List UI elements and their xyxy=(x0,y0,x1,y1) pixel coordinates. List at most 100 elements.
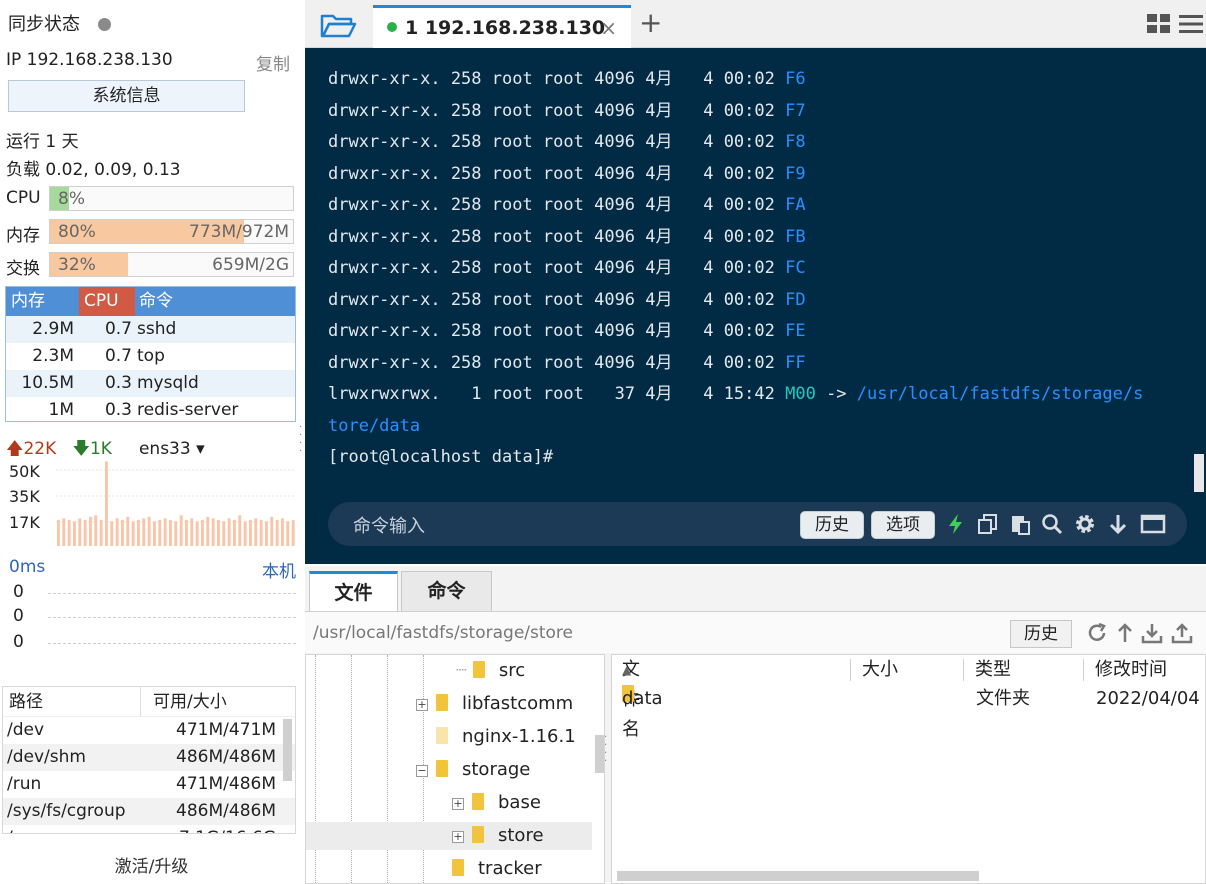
disk-row[interactable]: /sys/fs/cgroup 486M/486M xyxy=(3,798,295,825)
terminal-line: lrwxrwxrwx. 1 root root 37 4月 4 15:42 M0… xyxy=(328,379,1143,411)
disk-size: 7.1G/16.6G xyxy=(141,825,276,833)
terminal-line: tore/data xyxy=(328,411,1143,443)
latency-host[interactable]: 本机 xyxy=(262,557,296,582)
grid-layout-icon[interactable] xyxy=(1147,14,1171,34)
tree-node[interactable]: − storage xyxy=(416,756,530,784)
expand-icon[interactable]: + xyxy=(452,831,464,843)
terminal-line: drwxr-xr-x. 258 root root 4096 4月 4 00:0… xyxy=(328,253,1143,285)
process-col-cpu[interactable]: CPU xyxy=(79,287,135,316)
disk-col-size[interactable]: 可用/大小 xyxy=(141,687,295,716)
latency-label: 0ms xyxy=(9,557,46,577)
tree-node[interactable]: nginx-1.16.1 xyxy=(436,723,576,751)
column-divider[interactable] xyxy=(1083,659,1084,681)
col-modified[interactable]: 修改时间 xyxy=(1095,655,1167,685)
line-text: drwxr-xr-x. 258 root root 4096 4月 4 00:0… xyxy=(328,132,786,152)
upload-icon[interactable] xyxy=(1171,622,1193,644)
latency-value: 0 xyxy=(13,606,24,626)
parent-folder-icon[interactable] xyxy=(1114,622,1136,644)
latency-value: 0 xyxy=(13,632,24,652)
process-table-header: 内存 CPU 命令 xyxy=(6,287,295,316)
file-type: 文件夹 xyxy=(976,688,1030,709)
gear-icon[interactable] xyxy=(1074,513,1096,535)
expand-icon[interactable]: + xyxy=(416,699,428,711)
disk-row[interactable]: /dev 471M/471M xyxy=(3,717,295,744)
network-bar xyxy=(217,519,220,546)
system-info-button[interactable]: 系统信息 xyxy=(8,80,245,112)
swap-meter-label: 交换 xyxy=(6,259,40,279)
expand-icon[interactable]: + xyxy=(452,798,464,810)
disk-col-path[interactable]: 路径 xyxy=(3,687,141,716)
disk-row[interactable]: /dev/shm 486M/486M xyxy=(3,744,295,771)
dir-name: F8 xyxy=(785,132,806,152)
network-bar xyxy=(238,515,242,546)
hamburger-menu-icon[interactable] xyxy=(1179,14,1203,34)
network-bar xyxy=(259,519,263,546)
col-size[interactable]: 大小 xyxy=(862,655,898,685)
tree-connector: ┈ xyxy=(456,660,467,681)
path-input[interactable]: /usr/local/fastdfs/storage/store xyxy=(313,623,573,643)
copy-icon[interactable] xyxy=(977,513,999,535)
path-history-button[interactable]: 历史 xyxy=(1010,620,1072,648)
disk-row[interactable]: / 7.1G/16.6G xyxy=(3,825,295,833)
tree-node-label: tracker xyxy=(478,858,542,879)
network-bar xyxy=(195,521,199,546)
network-bars xyxy=(57,461,295,546)
download-icon[interactable] xyxy=(1141,622,1163,644)
folder-open-icon[interactable] xyxy=(317,10,359,40)
refresh-icon[interactable] xyxy=(1086,622,1108,644)
tree-node[interactable]: ┈ src xyxy=(456,657,525,685)
terminal-line: drwxr-xr-x. 258 root root 4096 4月 4 00:0… xyxy=(328,222,1143,254)
process-col-memory[interactable]: 内存 xyxy=(6,287,79,316)
network-bar xyxy=(222,521,226,546)
copy-ip-button[interactable]: 复制 xyxy=(256,50,290,75)
lightning-icon[interactable] xyxy=(945,513,967,535)
tree-node[interactable]: + libfastcomm xyxy=(416,690,573,718)
process-cpu: 0.3 xyxy=(104,400,132,420)
column-divider[interactable] xyxy=(963,659,964,681)
process-row[interactable]: 2.3M 0.7 top xyxy=(6,343,295,370)
paste-icon[interactable] xyxy=(1009,513,1031,535)
session-tab[interactable]: 1 192.168.238.130 × xyxy=(373,5,631,48)
arrow-down-icon[interactable] xyxy=(1107,513,1129,535)
process-row[interactable]: 10.5M 0.3 mysqld xyxy=(6,370,295,397)
tree-scrollbar[interactable] xyxy=(595,735,604,773)
col-type[interactable]: 类型 xyxy=(975,655,1011,685)
close-icon[interactable]: × xyxy=(600,8,617,48)
tree-node-label: libfastcomm xyxy=(462,693,574,714)
disk-rows: /dev 471M/471M /dev/shm 486M/486M /run 4… xyxy=(3,717,295,833)
command-input[interactable]: 命令输入 xyxy=(353,512,425,538)
process-cpu: 0.7 xyxy=(104,319,132,339)
file-list-scrollbar[interactable] xyxy=(617,871,979,881)
terminal[interactable]: drwxr-xr-x. 258 root root 4096 4月 4 00:0… xyxy=(305,48,1206,564)
collapse-icon[interactable]: − xyxy=(416,765,428,777)
history-button[interactable]: 历史 xyxy=(800,511,864,539)
sync-status[interactable]: 同步状态 xyxy=(8,10,111,36)
tree-node-label: storage xyxy=(462,759,531,780)
fullscreen-icon[interactable] xyxy=(1140,513,1166,535)
file-splitter-handle[interactable]: · · · · xyxy=(604,733,607,767)
tree-node-selected[interactable]: + store xyxy=(306,822,592,850)
file-row[interactable]: data 文件夹 2022/04/04 xyxy=(612,685,1205,713)
sidebar-splitter-handle[interactable]: · · · · xyxy=(299,423,303,457)
process-row[interactable]: 1M 0.3 redis-server xyxy=(6,397,295,424)
tab-files[interactable]: 文件 xyxy=(309,571,398,611)
line-text: drwxr-xr-x. 258 root root 4096 4月 4 00:0… xyxy=(328,69,786,89)
tab-commands[interactable]: 命令 xyxy=(401,571,492,611)
disk-row[interactable]: /run 471M/486M xyxy=(3,771,295,798)
column-divider[interactable] xyxy=(850,659,851,681)
activate-upgrade-link[interactable]: 激活/升级 xyxy=(0,852,303,877)
network-bar xyxy=(211,518,215,546)
network-bar xyxy=(265,521,268,546)
tree-node[interactable]: tracker xyxy=(452,855,542,883)
process-row[interactable]: 2.9M 0.7 sshd xyxy=(6,316,295,343)
download-arrow-icon: 🡇 xyxy=(72,439,90,459)
process-col-command[interactable]: 命令 xyxy=(135,287,295,316)
dir-name: FD xyxy=(785,289,806,310)
options-button[interactable]: 选项 xyxy=(871,511,935,539)
tree-node[interactable]: + base xyxy=(452,789,541,817)
terminal-scrollbar[interactable] xyxy=(1194,454,1204,492)
disk-scrollbar[interactable] xyxy=(283,719,292,781)
add-tab-button[interactable]: + xyxy=(639,6,662,39)
search-icon[interactable] xyxy=(1041,513,1063,535)
network-interface-select[interactable]: ens33 ▾ xyxy=(139,439,205,459)
